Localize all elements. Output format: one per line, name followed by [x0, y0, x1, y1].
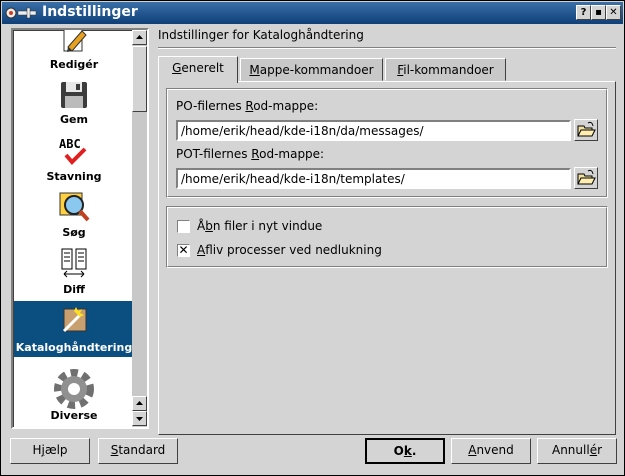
open-in-new-window-label[interactable]: Åbn filer i nyt vindue [197, 219, 322, 233]
sidebar-item-misc[interactable]: Diverse [14, 365, 134, 427]
edit-icon [63, 30, 87, 52]
open-folder-icon [577, 169, 596, 185]
cancel-button[interactable]: Annullér [537, 438, 617, 464]
spellcheck-icon: ABC [59, 137, 87, 165]
tab-file-commands[interactable]: Fil-kommandoer [385, 58, 506, 81]
sidebar-item-label: Gem [60, 113, 88, 126]
app-icon [5, 7, 37, 19]
scroll-down-button[interactable] [132, 411, 147, 426]
sidebar-item-catalog-manager[interactable]: Kataloghåndtering [14, 301, 134, 357]
svg-text:ABC: ABC [59, 137, 81, 151]
sidebar-item-edit[interactable]: Redigér [14, 30, 134, 75]
kill-processes-checkbox[interactable]: ✕ [177, 244, 190, 257]
pot-folder-label: POT-filernes Rod-mappe: [176, 147, 325, 161]
scroll-up-button-lower[interactable] [132, 396, 147, 411]
help-title-button[interactable]: ? [576, 5, 591, 20]
sidebar-item-diff[interactable]: Diff [14, 247, 134, 299]
page-list-scrollbar[interactable] [132, 30, 147, 427]
po-folder-label: PO-filernes Rod-mappe: [176, 99, 319, 113]
sidebar-item-label: Diverse [50, 409, 98, 422]
po-folder-input[interactable]: /home/erik/head/kde-i18n/da/messages/ [176, 120, 571, 141]
open-folder-icon [577, 121, 596, 137]
open-in-new-window-checkbox[interactable] [177, 220, 190, 233]
diff-icon [61, 248, 87, 278]
options-group: Åbn filer i nyt vindue ✕ Afliv processer… [166, 206, 608, 268]
window-title: Indstillinger [42, 4, 138, 20]
tab-folder-commands[interactable]: Mappe-kommandoer [240, 58, 383, 81]
scroll-up-button[interactable] [132, 30, 147, 45]
sidebar-item-search[interactable]: Søg [14, 191, 134, 243]
arrow-up-icon [136, 401, 143, 405]
help-button[interactable]: Hjælp [10, 438, 90, 464]
arrow-up-icon [136, 35, 143, 39]
minimize-button[interactable]: ▪ [591, 5, 606, 20]
standard-button[interactable]: Standard [98, 438, 178, 464]
scroll-thumb[interactable] [132, 46, 147, 112]
catalog-manager-icon [62, 307, 87, 333]
search-icon [59, 192, 90, 222]
sidebar-item-label: Redigér [49, 58, 99, 71]
sidebar-item-label: Kataloghåndtering [15, 341, 133, 354]
title-divider [158, 47, 616, 49]
sidebar-item-label: Diff [63, 283, 85, 296]
pot-folder-browse-button[interactable] [574, 167, 598, 189]
sidebar-item-spelling[interactable]: ABC Stavning [14, 135, 134, 187]
sidebar-item-label: Søg [62, 226, 86, 239]
sidebar-item-label: Stavning [46, 170, 102, 183]
folders-group: PO-filernes Rod-mappe: /home/erik/head/k… [166, 88, 608, 198]
settings-window: Indstillinger ? ▪ ✕ Redigér Gem ABC Stav… [0, 0, 625, 476]
gear-icon [54, 369, 94, 409]
settings-page-list[interactable]: Redigér Gem ABC Stavning Søg Diff Katalo… [11, 28, 149, 429]
general-tab-panel: PO-filernes Rod-mappe: /home/erik/head/k… [158, 81, 616, 435]
sidebar-item-save[interactable]: Gem [14, 79, 134, 131]
close-button[interactable]: ✕ [606, 5, 621, 20]
page-list-viewport: Redigér Gem ABC Stavning Søg Diff Katalo… [13, 30, 134, 427]
tab-general[interactable]: Generelt [158, 56, 238, 83]
kill-processes-label[interactable]: Afliv processer ved nedlukning [197, 243, 382, 257]
page-title: Indstillinger for Kataloghåndtering [158, 28, 364, 42]
ok-button[interactable]: Ok. [365, 438, 445, 464]
pot-folder-input[interactable]: /home/erik/head/kde-i18n/templates/ [176, 168, 571, 189]
po-folder-browse-button[interactable] [574, 119, 598, 141]
apply-button[interactable]: Anvend [451, 438, 531, 464]
title-bar[interactable]: Indstillinger ? ▪ ✕ [2, 2, 623, 24]
floppy-disk-icon [61, 82, 87, 108]
arrow-down-icon [136, 417, 143, 421]
